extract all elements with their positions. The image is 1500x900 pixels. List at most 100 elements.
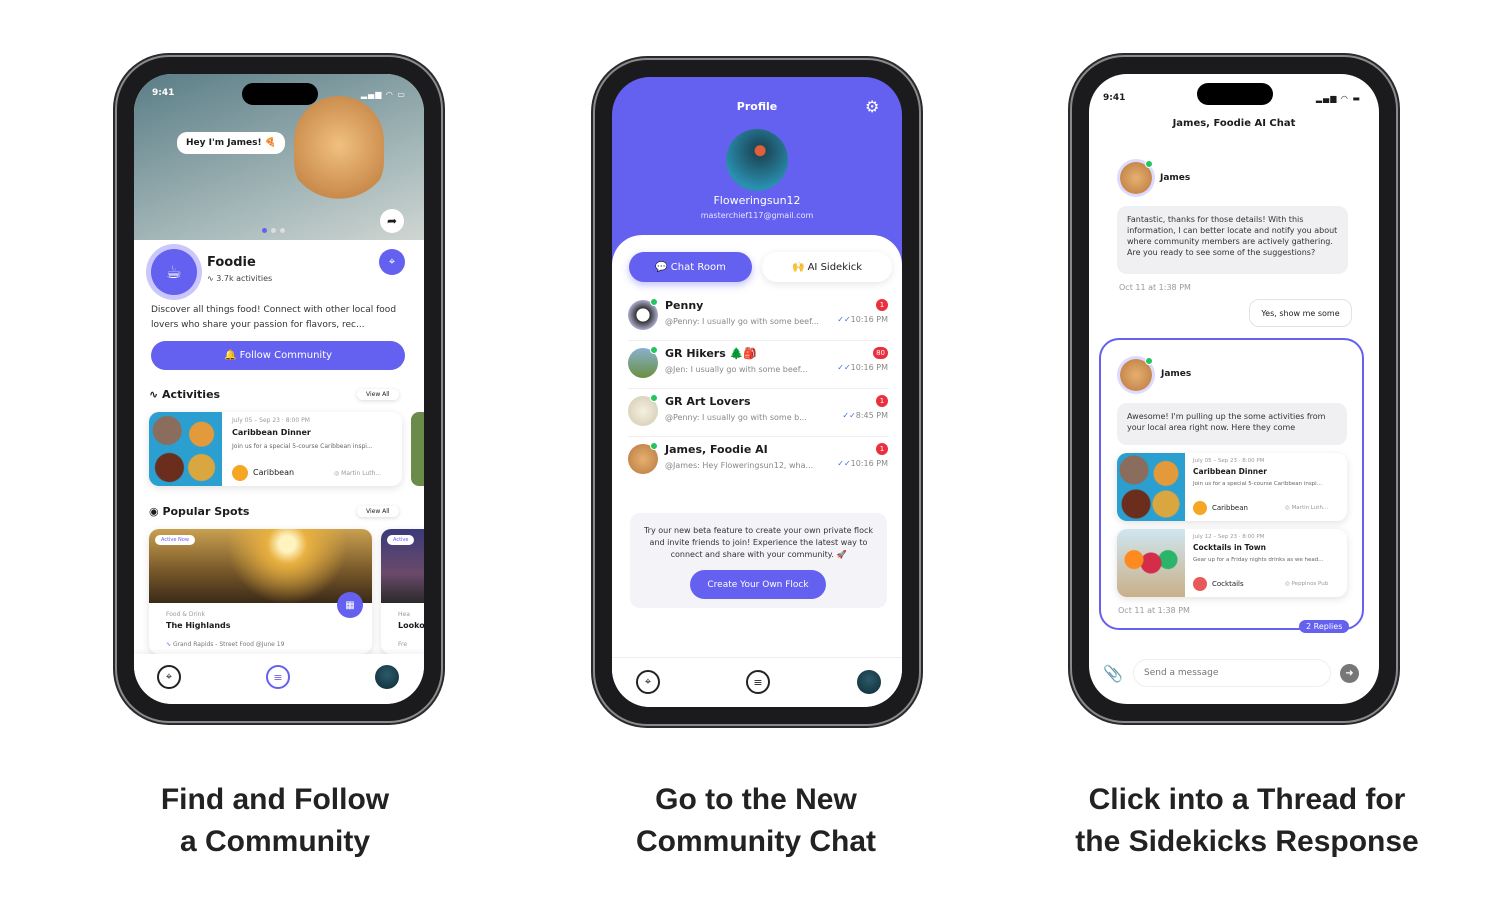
chat-time: ✓✓10:16 PM	[837, 363, 888, 372]
view-all-spots[interactable]: View All	[357, 506, 399, 517]
profile-avatar[interactable]	[726, 129, 788, 191]
location-label: ◎ Martin Luth...	[334, 470, 382, 477]
activity-icon: ∿	[207, 274, 217, 283]
chat-icon: 💬	[655, 261, 671, 273]
tab-chat-room[interactable]: 💬 Chat Room	[629, 252, 752, 282]
status-icons: ▂▄▆ ◠ ▭	[360, 90, 406, 99]
unread-badge: 80	[873, 347, 888, 359]
high-five-icon: 🙌	[791, 261, 808, 273]
message-bubble: Fantastic, thanks for those details! Wit…	[1117, 206, 1348, 274]
status-time: 9:41	[1103, 93, 1126, 103]
chat-title: James, Foodie AI Chat	[1172, 118, 1296, 129]
read-check-icon: ✓✓	[842, 411, 856, 420]
chat-preview: @Penny: I usually go with some beef...	[665, 317, 819, 326]
status-icons: ▂▄▆ ◠ ▬	[1315, 94, 1361, 103]
nav-chat-icon[interactable]: ≡	[746, 670, 770, 694]
chat-preview: @Penny: I usually go with some b...	[665, 413, 807, 422]
follow-community-button[interactable]: 🔔 Follow Community	[151, 341, 405, 370]
active-now-badge: Active Now	[155, 535, 195, 545]
spot-card[interactable]: Active Now ▦ Food & Drink The Highlands …	[149, 529, 372, 654]
chat-list-screen: Profile ⚙ Floweringsun12 masterchief117@…	[612, 77, 902, 707]
message-input[interactable]	[1133, 659, 1331, 687]
sender-name: James	[1160, 173, 1191, 183]
settings-icon[interactable]: ⚙	[865, 97, 879, 116]
activities-icon: ∿	[149, 388, 163, 401]
next-activity-card[interactable]	[411, 412, 424, 486]
profile-title: Profile	[736, 100, 778, 113]
tag-icon	[232, 465, 248, 481]
thread-screen: 9:41 ▂▄▆ ◠ ▬ James, Foodie AI Chat James…	[1089, 74, 1379, 704]
nav-profile-avatar[interactable]	[857, 670, 881, 694]
online-indicator	[650, 346, 658, 354]
message-bubble: Awesome! I'm pulling up the some activit…	[1117, 403, 1347, 445]
online-indicator	[650, 298, 658, 306]
activities-header: Activities	[162, 388, 221, 401]
view-all-activities[interactable]: View All	[357, 389, 399, 400]
online-indicator	[650, 394, 658, 402]
chat-panel: 💬 Chat Room 🙌 AI Sidekick Penny @Penny: …	[612, 235, 902, 707]
chat-list-item[interactable]: Penny @Penny: I usually go with some bee…	[628, 293, 888, 341]
chat-time: ✓✓8:45 PM	[842, 411, 888, 420]
pin-icon: ◉	[149, 505, 163, 518]
chat-list-item[interactable]: GR Art Lovers @Penny: I usually go with …	[628, 389, 888, 437]
nav-chat-icon[interactable]: ≡	[266, 665, 290, 689]
read-check-icon: ✓✓	[837, 315, 851, 324]
spot-meta: ∿ Grand Rapids - Street Food @June 19	[166, 641, 285, 648]
read-check-icon: ✓✓	[837, 459, 851, 468]
chat-preview: @James: Hey Floweringsun12, wha...	[665, 461, 814, 470]
tab-ai-sidekick[interactable]: 🙌 AI Sidekick	[762, 252, 892, 282]
activity-image	[1117, 453, 1185, 521]
nav-map-icon[interactable]: ⌖	[157, 665, 181, 689]
caption-2: Go to the New Community Chat	[636, 783, 876, 858]
thread-box[interactable]: James Awesome! I'm pulling up the some a…	[1099, 338, 1364, 630]
chat-list-item[interactable]: GR Hikers 🌲🎒 @Jen: I usually go with som…	[628, 341, 888, 389]
community-description: Discover all things food! Connect with o…	[151, 305, 397, 330]
user-reply-bubble: Yes, show me some	[1249, 299, 1352, 327]
unread-badge: 1	[876, 395, 888, 407]
chat-time: ✓✓10:16 PM	[837, 459, 888, 468]
message-timestamp: Oct 11 at 1:38 PM	[1119, 283, 1191, 292]
activity-card[interactable]: July 12 – Sep 23 · 8:00 PM Cocktails in …	[1117, 529, 1347, 597]
chat-name: James, Foodie AI	[665, 443, 768, 456]
mascot-image	[294, 96, 384, 206]
chat-list-item[interactable]: James, Foodie AI @James: Hey Floweringsu…	[628, 437, 888, 485]
calendar-icon[interactable]: ▦	[337, 592, 363, 618]
email: masterchief117@gmail.com	[700, 211, 814, 220]
chat-preview: @Jen: I usually go with some beef...	[665, 365, 808, 374]
tag-icon	[1193, 577, 1207, 591]
carousel-dots[interactable]	[262, 228, 285, 233]
nav-map-icon[interactable]: ⌖	[636, 670, 660, 694]
caption-3: Click into a Thread for the Sidekicks Res…	[1075, 783, 1419, 858]
beta-feature-box: Try our new beta feature to create your …	[630, 513, 887, 608]
activity-card[interactable]: July 05 – Sep 23 · 8:00 PM Caribbean Din…	[149, 412, 402, 486]
nav-profile-avatar[interactable]	[375, 665, 399, 689]
phone-community: 9:41 ▂▄▆ ◠ ▭ Hey I'm James! 🍕 ➦ ☕ Foodie…	[117, 57, 441, 721]
community-name: Foodie	[207, 255, 256, 270]
spot-card-2[interactable]: Active Hea Looko Fre	[381, 529, 424, 654]
online-indicator	[650, 442, 658, 450]
activity-count: 3.7k activities	[216, 274, 273, 283]
greeting-bubble: Hey I'm James! 🍕	[177, 132, 285, 154]
community-icon: ☕	[151, 249, 197, 295]
map-icon[interactable]: ⌖	[379, 249, 405, 275]
phone-thread: 9:41 ▂▄▆ ◠ ▬ James, Foodie AI Chat James…	[1072, 57, 1396, 721]
create-flock-button[interactable]: Create Your Own Flock	[690, 570, 826, 599]
share-icon[interactable]: ➦	[380, 209, 404, 233]
bell-icon: 🔔	[223, 350, 240, 361]
bottom-nav: ⌖ ≡	[134, 654, 424, 704]
chat-name: GR Art Lovers	[665, 395, 751, 408]
status-time: 9:41	[152, 88, 175, 98]
unread-badge: 1	[876, 443, 888, 455]
popular-spots-header: Popular Spots	[162, 505, 250, 518]
read-check-icon: ✓✓	[837, 363, 851, 372]
replies-badge[interactable]: 2 Replies	[1299, 620, 1350, 633]
username: Floweringsun12	[713, 194, 801, 207]
attachment-icon[interactable]: 📎	[1103, 664, 1123, 683]
phone-chat-list: Profile ⚙ Floweringsun12 masterchief117@…	[595, 60, 919, 724]
chat-name: GR Hikers 🌲🎒	[665, 347, 757, 360]
send-icon[interactable]: ➜	[1340, 664, 1359, 683]
unread-badge: 1	[876, 299, 888, 311]
chat-name: Penny	[665, 299, 704, 312]
activity-image	[1117, 529, 1185, 597]
activity-card[interactable]: July 05 – Sep 23 · 8:00 PM Caribbean Din…	[1117, 453, 1347, 521]
